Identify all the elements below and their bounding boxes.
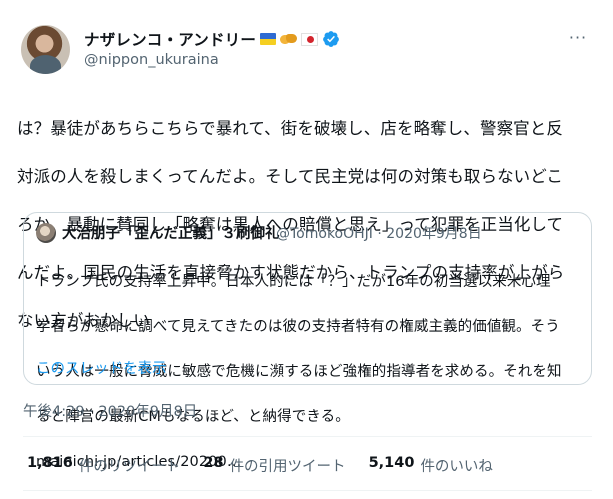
quotes-label: 件の引用ツイート [229, 459, 346, 475]
tweet-text-line: は？暴徒があちらこちらで暴れて、街を破壊し、店を略奪し、警察官と反 [17, 119, 563, 138]
tweet-timestamp[interactable]: 午後4:29 · 2020年9月8日 [23, 400, 197, 421]
quoted-text-line: 学者らが懸命に調べて見えてきたのは彼の支持者特有の権威主義的価値観。そう [36, 318, 560, 335]
engagement-stats: 1,816 件のリツイート 28 件の引用ツイート 5,140 件のいいね [27, 455, 493, 476]
author-name-row: ナザレンコ・アンドリー [84, 28, 340, 50]
quoted-author-name: 大治朋子「歪んだ正義」３刷御礼 [62, 226, 280, 242]
retweets-count: 1,816 [27, 455, 73, 471]
tweet-text-line: 対派の人を殺しまくってんだよ。そして民主党は何の対策も取らないどこ [17, 167, 563, 186]
quoted-tweet[interactable]: 大治朋子「歪んだ正義」３刷御礼 @TomokoOHJI · 2020年9月8日 … [23, 212, 592, 470]
handshake-icon [280, 32, 298, 46]
author-display-name[interactable]: ナザレンコ・アンドリー [84, 28, 256, 50]
retweets-stat[interactable]: 1,816 件のリツイート [27, 455, 180, 476]
author-avatar[interactable] [21, 25, 70, 74]
likes-stat[interactable]: 5,140 件のいいね [369, 455, 493, 476]
retweets-label: 件のリツイート [78, 459, 181, 475]
verified-badge-icon[interactable] [322, 30, 340, 48]
japan-flag-icon [301, 32, 319, 46]
author-handle[interactable]: @nippon_ukuraina [84, 52, 219, 68]
quoted-author-avatar [36, 223, 56, 243]
quotes-stat[interactable]: 28 件の引用ツイート [203, 455, 345, 476]
divider [23, 490, 592, 491]
divider [23, 436, 592, 437]
likes-count: 5,140 [368, 455, 415, 471]
quoted-text-line: トランプ氏の支持率上昇中。日本人的には「？」だが16年の初当選以来米心理 [36, 273, 551, 290]
quotes-count: 28 [203, 455, 224, 471]
likes-label: 件のいいね [420, 459, 493, 475]
tweet-card: ナザレンコ・アンドリー @nippon_ukuraina ··· は？暴徒があち… [0, 0, 613, 499]
ukraine-flag-icon [260, 33, 277, 45]
show-thread-link[interactable]: このスレッドを表示 [36, 357, 167, 378]
more-options-icon[interactable]: ··· [560, 27, 596, 51]
quoted-author-meta: @TomokoOHJI · 2020年9月8日 [276, 226, 482, 242]
